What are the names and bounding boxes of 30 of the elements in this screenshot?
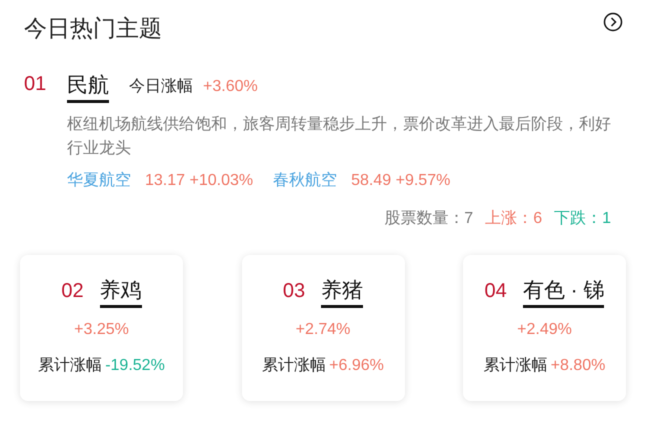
theme-card[interactable]: 04 有色 · 锑 +2.49% 累计涨幅 +8.80%	[463, 255, 626, 401]
change-value: +3.25%	[74, 320, 129, 340]
change-value: +3.60%	[203, 77, 258, 97]
arrow-right-circle-icon[interactable]	[603, 12, 623, 32]
rising-count: 上涨：6	[485, 208, 542, 229]
cumulative-label: 累计涨幅	[484, 356, 548, 376]
rank-number: 04	[484, 279, 507, 304]
stock-count: 股票数量：7	[384, 209, 474, 229]
cumulative-label: 累计涨幅	[262, 356, 326, 376]
falling-count: 下跌：1	[554, 209, 611, 229]
cumulative-value: -19.52%	[105, 356, 165, 376]
theme-description: 枢纽机场航线供给饱和，旅客周转量稳步上升，票价改革进入最后阶段，利好行业龙头	[67, 114, 612, 159]
rank-number: 03	[282, 279, 306, 304]
change-value: +2.74%	[296, 320, 350, 340]
theme-name[interactable]: 民航	[67, 72, 109, 103]
stock-quote: 13.17 +10.03%	[145, 171, 254, 191]
theme-name: 养鸡	[100, 277, 142, 308]
cumulative-value: +6.96%	[329, 356, 384, 376]
rank-number: 02	[61, 279, 84, 304]
theme-card[interactable]: 03 养猪 +2.74% 累计涨幅 +6.96%	[242, 255, 404, 401]
change-label: 今日涨幅	[129, 77, 193, 97]
theme-name: 养猪	[321, 277, 364, 308]
cumulative-label: 累计涨幅	[38, 356, 102, 376]
change-value: +2.49%	[517, 320, 572, 340]
theme-card[interactable]: 02 养鸡 +3.25% 累计涨幅 -19.52%	[20, 255, 183, 401]
cumulative-value: +8.80%	[550, 356, 606, 376]
section-title: 今日热门主题	[24, 14, 162, 43]
theme-name: 有色 · 锑	[522, 277, 604, 308]
stock-quote: 58.49 +9.57%	[351, 171, 450, 191]
rank-number: 01	[24, 72, 48, 97]
